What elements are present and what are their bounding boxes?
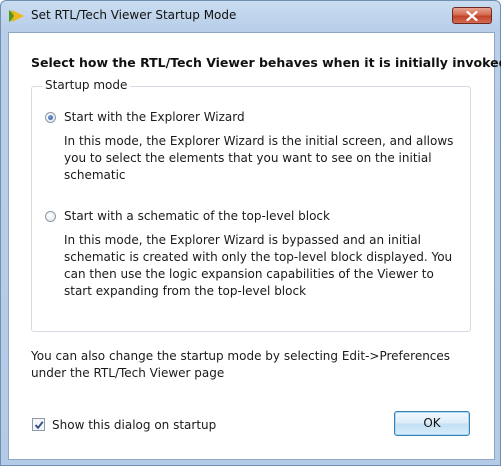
title-bar[interactable]: Set RTL/Tech Viewer Startup Mode	[1, 1, 500, 29]
ok-button[interactable]: OK	[394, 411, 470, 436]
show-on-startup-label[interactable]: Show this dialog on startup	[52, 418, 216, 432]
group-label: Startup mode	[42, 78, 131, 92]
startup-mode-group: Startup mode Start with the Explorer Wiz…	[31, 78, 471, 332]
dialog-body: Select how the RTL/Tech Viewer behaves w…	[8, 32, 501, 460]
window-title: Set RTL/Tech Viewer Startup Mode	[31, 8, 237, 22]
radio-top-level-schematic[interactable]	[45, 211, 56, 222]
option-top-level-schematic-label[interactable]: Start with a schematic of the top-level …	[64, 209, 330, 223]
radio-explorer-wizard[interactable]	[45, 112, 56, 123]
dialog-heading: Select how the RTL/Tech Viewer behaves w…	[31, 55, 501, 70]
option-explorer-wizard-description: In this mode, the Explorer Wizard is the…	[64, 134, 454, 182]
show-on-startup-checkbox[interactable]	[32, 418, 45, 431]
option-top-level-schematic-description: In this mode, the Explorer Wizard is byp…	[64, 233, 453, 298]
close-icon	[466, 11, 478, 21]
dialog-window: Set RTL/Tech Viewer Startup Mode Select …	[0, 0, 501, 466]
close-button[interactable]	[452, 7, 492, 24]
checkmark-icon	[34, 421, 44, 430]
preferences-note: You can also change the startup mode by …	[31, 349, 451, 380]
option-explorer-wizard-label[interactable]: Start with the Explorer Wizard	[64, 110, 245, 124]
vivado-logo-icon	[9, 9, 25, 23]
